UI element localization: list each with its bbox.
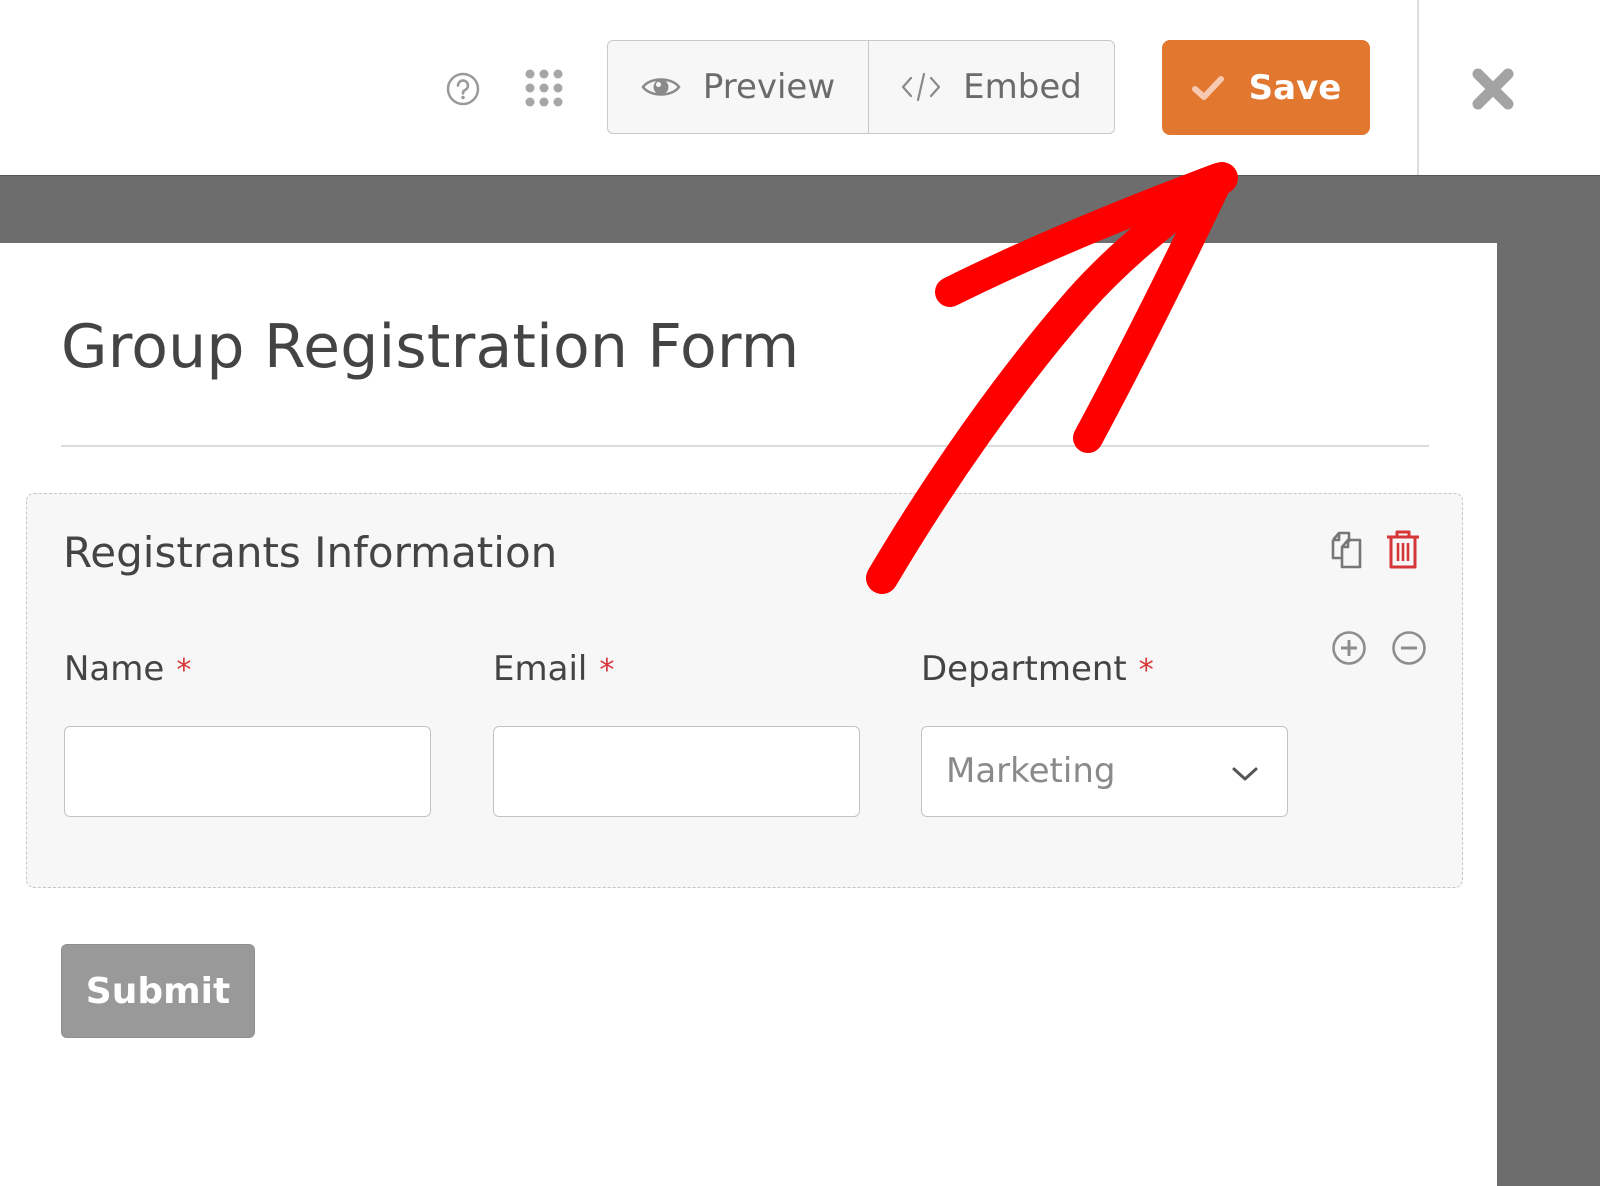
name-label-text: Name <box>64 649 165 689</box>
builder-toolbar: Preview Embed Save <box>0 0 1600 175</box>
embed-button[interactable]: Embed <box>869 41 1114 133</box>
department-label-text: Department <box>921 649 1127 689</box>
toolbar-divider <box>1417 0 1419 175</box>
close-icon[interactable] <box>1470 66 1516 112</box>
form-title: Group Registration Form <box>61 312 800 382</box>
preview-button[interactable]: Preview <box>608 41 869 133</box>
repeater-section[interactable]: Registrants Information Name * Email * Dep… <box>26 493 1463 888</box>
email-label-text: Email <box>493 649 588 689</box>
preview-embed-group: Preview Embed <box>607 40 1115 134</box>
chevron-down-icon <box>1232 767 1258 781</box>
submit-button[interactable]: Submit <box>61 944 255 1038</box>
department-label: Department * <box>921 649 1154 689</box>
required-mark: * <box>599 653 615 688</box>
department-select[interactable]: Marketing <box>921 726 1288 817</box>
grid-dots-icon[interactable] <box>524 68 564 108</box>
email-input[interactable] <box>493 726 860 817</box>
required-mark: * <box>176 653 192 688</box>
embed-label: Embed <box>963 67 1082 107</box>
name-input[interactable] <box>64 726 431 817</box>
duplicate-icon[interactable] <box>1327 530 1365 570</box>
preview-label: Preview <box>702 67 836 107</box>
help-icon[interactable] <box>446 72 480 106</box>
email-label: Email * <box>493 649 614 689</box>
section-title: Registrants Information <box>63 528 558 577</box>
eye-icon <box>641 78 681 96</box>
save-label: Save <box>1248 67 1342 108</box>
department-selected-value: Marketing <box>946 751 1116 791</box>
required-mark: * <box>1138 653 1154 688</box>
check-icon <box>1191 75 1224 100</box>
trash-icon[interactable] <box>1385 528 1421 570</box>
save-button[interactable]: Save <box>1162 40 1370 135</box>
code-icon <box>902 72 941 102</box>
name-label: Name * <box>64 649 191 689</box>
plus-circle-icon[interactable] <box>1331 630 1367 666</box>
submit-label: Submit <box>85 970 231 1012</box>
minus-circle-icon[interactable] <box>1391 630 1427 666</box>
title-divider <box>61 445 1429 447</box>
